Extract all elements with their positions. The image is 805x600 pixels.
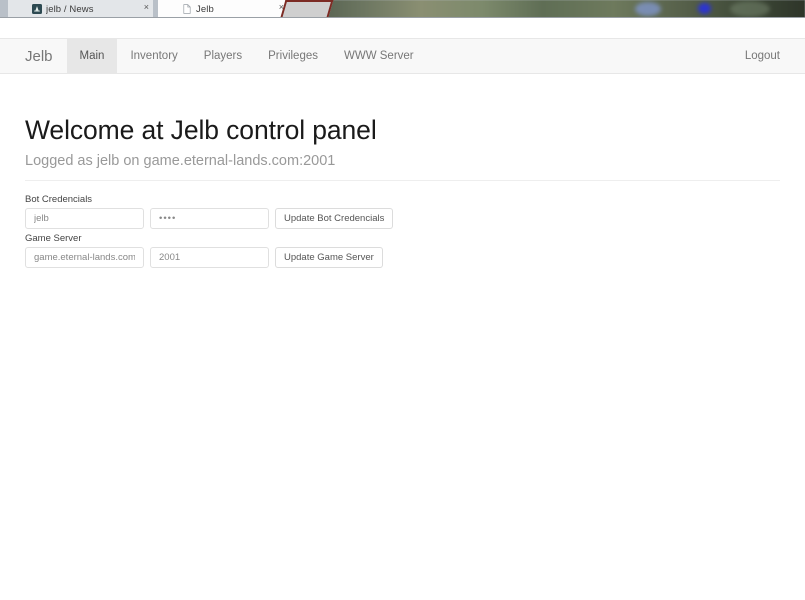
update-bot-credencials-button[interactable]: Update Bot Credencials [275, 207, 394, 229]
logout-link[interactable]: Logout [732, 39, 793, 73]
game-server-label: Game Server [25, 232, 82, 244]
main-content: Welcome at Jelb control panel Logged as … [0, 74, 805, 272]
nav-item-inventory[interactable]: Inventory [117, 39, 190, 73]
tab-close-icon[interactable]: × [144, 3, 149, 12]
game-server-host-input[interactable] [25, 247, 144, 269]
gitlab-icon [32, 4, 42, 14]
main-navbar: Jelb Main Inventory Players Privileges W… [0, 38, 805, 74]
nav-item-privileges[interactable]: Privileges [255, 39, 331, 73]
bot-credencials-label: Bot Credencials [25, 193, 93, 205]
settings-form: Bot Credencials Update Bot Credencials G… [25, 181, 780, 269]
update-game-server-button[interactable]: Update Game Server [275, 247, 383, 269]
nav-item-players[interactable]: Players [191, 39, 255, 73]
browser-tab-jelb-news[interactable]: jelb / News × [8, 0, 153, 18]
game-server-port-input[interactable] [150, 247, 269, 269]
desktop-wallpaper [300, 0, 805, 18]
bot-username-input[interactable] [25, 207, 144, 229]
bot-credencials-row: Update Bot Credencials [25, 207, 780, 229]
wallpaper-blob [698, 3, 711, 14]
new-tab-button[interactable] [280, 0, 334, 17]
page-icon [183, 4, 191, 14]
nav-item-www-server[interactable]: WWW Server [331, 39, 427, 73]
tab-title: Jelb [196, 3, 214, 15]
navbar-right-group: Logout [732, 39, 805, 73]
game-server-row: Update Game Server [25, 247, 780, 269]
browser-tab-jelb[interactable]: Jelb × [158, 0, 288, 18]
browser-tab-strip: × jelb / News × Jelb × [0, 0, 805, 18]
tab-title: jelb / News [46, 3, 94, 15]
bot-password-input[interactable] [150, 207, 269, 229]
page-subtitle: Logged as jelb on game.eternal-lands.com… [25, 153, 336, 170]
nav-item-main[interactable]: Main [66, 39, 118, 73]
page-viewport: Jelb Main Inventory Players Privileges W… [0, 18, 805, 600]
navbar-brand[interactable]: Jelb [25, 39, 67, 73]
page-header: Welcome at Jelb control panel Logged as … [25, 74, 780, 181]
wallpaper-blob [635, 2, 661, 16]
wallpaper-blob [730, 1, 770, 17]
page-title: Welcome at Jelb control panel [25, 115, 377, 145]
